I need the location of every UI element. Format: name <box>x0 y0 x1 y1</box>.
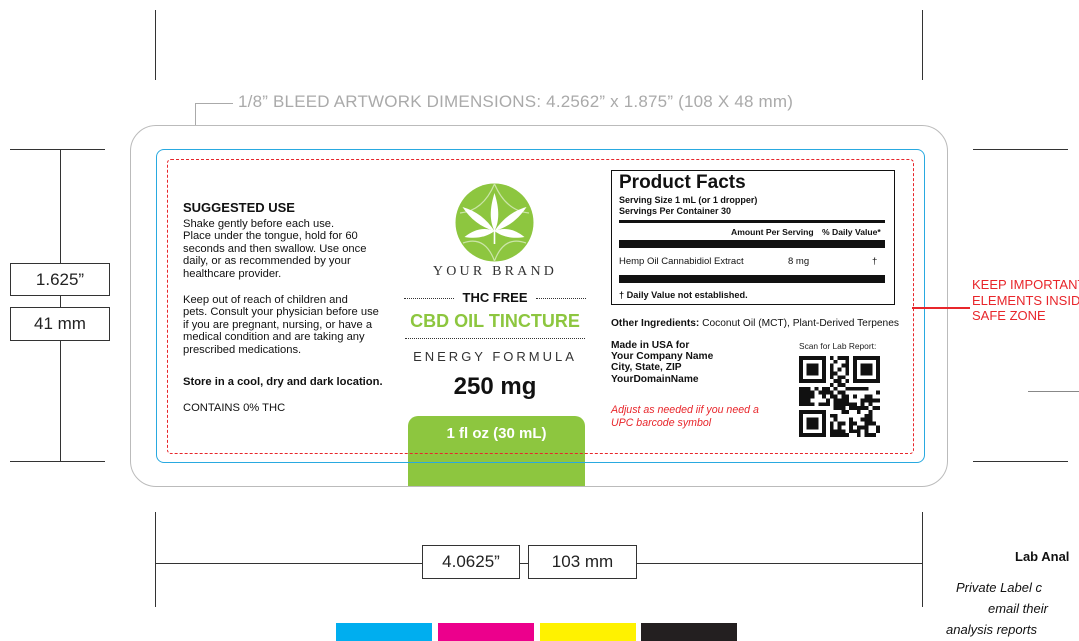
warning-line: Keep out of reach of children and <box>183 294 348 306</box>
suggested-use-line: Place under the tongue, hold for 60 <box>183 230 358 243</box>
serving-size: Serving Size 1 mL (or 1 dropper) <box>619 195 758 205</box>
manufacturer-line: City, State, ZIP <box>611 362 682 374</box>
magenta-swatch <box>438 623 534 641</box>
width-inches-box: 4.0625” <box>422 545 520 579</box>
manufacturer-line: Made in USA for <box>611 340 690 351</box>
callout-line: KEEP IMPORTANT <box>972 277 1079 292</box>
suggested-use-text: Shake gently before each use. Place unde… <box>183 218 388 280</box>
callout-line: SAFE ZONE <box>972 308 1046 323</box>
facts-heavy-bar <box>619 275 885 283</box>
servings-per-container: Servings Per Container 30 <box>619 206 732 216</box>
cyan-swatch <box>336 623 432 641</box>
callout-pointer <box>912 307 970 309</box>
storage-note: Store in a cool, dry and dark location. <box>183 376 383 388</box>
manufacturer-line: Your Company Name <box>611 351 714 363</box>
upc-note-line: UPC barcode symbol <box>611 416 712 429</box>
manufacturer-block: Made in USA for Your Company Name City, … <box>611 340 713 385</box>
lab-line: analysis reports <box>946 622 1038 637</box>
callout-line: ELEMENTS INSIDE <box>972 292 1079 308</box>
ingredients-text: Coconut Oil (MCT), Plant-Derived Terpene… <box>699 318 899 329</box>
facts-heavy-bar <box>619 240 885 248</box>
lab-leader-line <box>1028 391 1079 392</box>
volume-label: 1 fl oz (30 mL) <box>446 425 547 442</box>
dotted-divider <box>405 338 585 339</box>
ingredient-name: Hemp Oil Cannabidiol Extract <box>619 256 744 267</box>
scan-label: Scan for Lab Report: <box>799 341 877 351</box>
crop-mark-top-right <box>973 149 1068 150</box>
upc-note-line: Adjust as needed iif you need a <box>611 404 759 416</box>
lab-line: Private Label c <box>956 580 1042 595</box>
height-inches-box: 1.625” <box>10 263 110 296</box>
thc-free-label: THC FREE <box>462 290 528 305</box>
crop-mark-left-bottom <box>155 512 156 607</box>
yellow-swatch <box>540 623 636 641</box>
crop-mark-top-left <box>10 149 105 150</box>
warning-line: pets. Consult your physician before use <box>183 306 379 319</box>
crop-mark-left-top <box>155 10 156 80</box>
lab-analysis-text: Private Label c email their analysis rep… <box>946 577 1079 640</box>
safe-zone-callout: KEEP IMPORTANT ELEMENTS INSIDE SAFE ZONE <box>972 277 1079 324</box>
warning-line: prescribed medications. <box>183 343 302 356</box>
daily-value-footnote: † Daily Value not established. <box>619 290 748 300</box>
lab-analysis-title: Lab Anal <box>1015 549 1070 564</box>
height-dimension-line <box>60 149 61 461</box>
other-ingredients: Other Ingredients: Coconut Oil (MCT), Pl… <box>611 318 899 329</box>
bleed-caption: 1/8” BLEED ARTWORK DIMENSIONS: 4.2562” x… <box>238 92 794 111</box>
crop-mark-bottom-left <box>10 461 105 462</box>
formula-name: ENERGY FORMULA <box>413 349 577 364</box>
crop-mark-bottom-right <box>973 461 1068 462</box>
upc-note: Adjust as needed iif you need a UPC barc… <box>611 404 759 429</box>
warning-text: Keep out of reach of children and pets. … <box>183 294 388 356</box>
suggested-use-line: seconds and then swallow. Use once <box>183 242 367 255</box>
qr-code-icon <box>799 356 880 437</box>
leaf-logo-icon <box>455 183 534 262</box>
thc-content-note: CONTAINS 0% THC <box>183 402 286 414</box>
product-name: CBD OIL TINCTURE <box>410 311 580 331</box>
strength: 250 mg <box>453 373 537 400</box>
height-mm-box: 41 mm <box>10 307 110 341</box>
ingredients-label: Other Ingredients: <box>611 318 700 329</box>
facts-thick-rule <box>619 220 885 223</box>
width-mm-box: 103 mm <box>528 545 637 579</box>
warning-line: medical condition and are taking any <box>183 331 365 344</box>
suggested-use-line: healthcare provider. <box>183 267 282 280</box>
crop-mark-right-top <box>922 10 923 80</box>
amount-per-serving-header: Amount Per Serving <box>731 227 814 237</box>
ingredient-amount: 8 mg <box>788 256 810 267</box>
ingredient-dv: † <box>872 256 878 267</box>
lab-line: email their <box>988 601 1048 616</box>
crop-mark-right-bottom <box>922 512 923 607</box>
bleed-leader-h <box>195 103 233 104</box>
brand-name: YOUR BRAND <box>432 264 558 279</box>
suggested-use-title: SUGGESTED USE <box>183 200 295 215</box>
suggested-use-line: Shake gently before each use. <box>183 218 335 230</box>
suggested-use-line: daily, or as recommended by your <box>183 255 351 268</box>
manufacturer-line: YourDomainName <box>611 373 699 385</box>
black-swatch <box>641 623 737 641</box>
product-facts-title: Product Facts <box>619 172 746 193</box>
daily-value-header: % Daily Value* <box>822 227 881 237</box>
warning-line: if you are pregnant, nursing, or have a <box>183 318 373 331</box>
